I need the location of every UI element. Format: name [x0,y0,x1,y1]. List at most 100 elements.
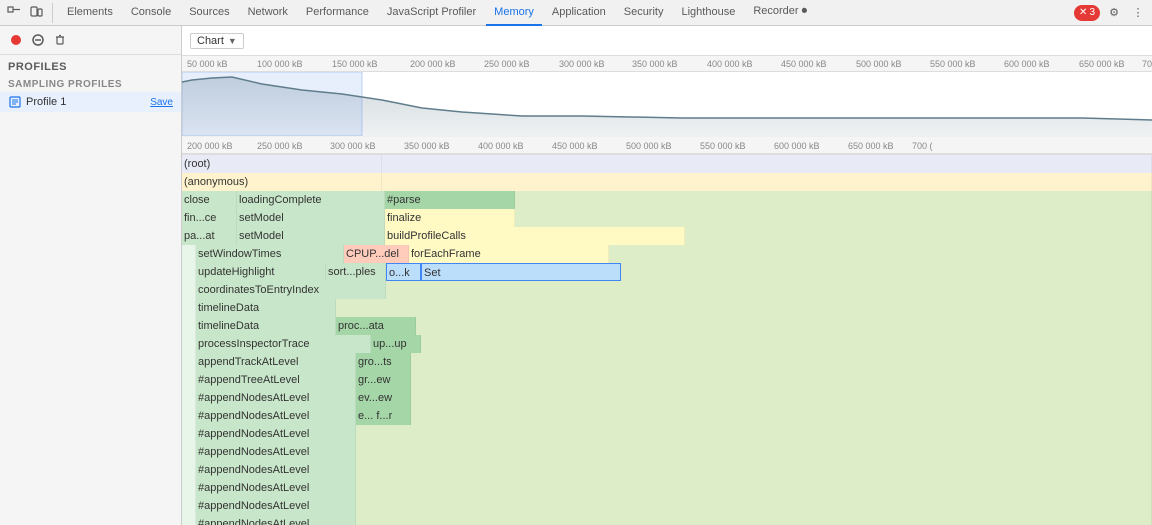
top-bar: Elements Console Sources Network Perform… [0,0,1152,26]
cell-indent [182,389,196,407]
table-row[interactable]: #appendNodesAtLevel [182,497,1152,515]
cell-finalize: finalize [385,209,515,227]
tab-javascript-profiler[interactable]: JavaScript Profiler [379,0,484,26]
table-row[interactable]: (anonymous) [182,173,1152,191]
table-row[interactable]: updateHighlight sort...ples o...k Set [182,263,1152,281]
tab-recorder[interactable]: Recorder ⏺ [745,0,815,26]
table-row[interactable]: timelineData [182,299,1152,317]
scale-bottom: 200 000 kB 250 000 kB 300 000 kB 350 000… [182,136,1152,154]
table-row[interactable]: #appendTreeAtLevel gr...ew [182,371,1152,389]
cell-empty [356,425,1152,443]
table-row[interactable]: (root) [182,155,1152,173]
cell-empty [416,317,1152,335]
table-row[interactable]: coordinatesToEntryIndex [182,281,1152,299]
cell-timeline2: timelineData [196,317,336,335]
cell-append-tree: #appendTreeAtLevel [196,371,356,389]
table-row[interactable]: setWindowTimes CPUP...del forEachFrame [182,245,1152,263]
tab-lighthouse[interactable]: Lighthouse [673,0,743,26]
table-row[interactable]: #appendNodesAtLevel [182,515,1152,525]
tab-network[interactable]: Network [240,0,296,26]
cell-indent [182,299,196,317]
flame-chart-container: 50 000 kB 100 000 kB 150 000 kB 200 000 … [182,56,1152,155]
cell-indent [182,245,196,263]
cell-indent [182,335,196,353]
svg-text:550 000 kB: 550 000 kB [700,141,746,151]
sidebar: Profiles SAMPLING PROFILES Profile 1 Sav… [0,26,182,525]
cell-indent [182,371,196,389]
svg-text:650 000 kB: 650 000 kB [1079,59,1125,69]
cell-grew: gr...ew [356,371,411,389]
cell-grots: gro...ts [356,353,411,371]
table-row[interactable]: pa...at setModel buildProfileCalls [182,227,1152,245]
cell-empty [411,353,1152,371]
cell-setwindow: setWindowTimes [196,245,344,263]
cell-empty [411,407,1152,425]
table-row[interactable]: processInspectorTrace up...up [182,335,1152,353]
svg-text:350 000 kB: 350 000 kB [404,141,450,151]
tab-sources[interactable]: Sources [181,0,237,26]
cell-empty [356,479,1152,497]
cell-empty [356,461,1152,479]
profile-item[interactable]: Profile 1 Save [0,92,181,112]
chart-dropdown[interactable]: Chart ▼ [190,33,244,49]
sampling-header: SAMPLING PROFILES [0,75,181,92]
table-row[interactable]: timelineData proc...ata [182,317,1152,335]
tree-area[interactable]: (root) (anonymous) close loadingComplete… [182,155,1152,525]
svg-text:50 000 kB: 50 000 kB [187,59,228,69]
table-row[interactable]: #appendNodesAtLevel e... f...r [182,407,1152,425]
table-row[interactable]: appendTrackAtLevel gro...ts [182,353,1152,371]
svg-text:400 000 kB: 400 000 kB [478,141,524,151]
table-row[interactable]: #appendNodesAtLevel [182,461,1152,479]
tab-elements[interactable]: Elements [59,0,121,26]
tab-performance[interactable]: Performance [298,0,377,26]
devtools-icons [4,3,53,23]
more-button[interactable]: ⋮ [1128,3,1148,23]
cell-coords: coordinatesToEntryIndex [196,281,386,299]
error-badge[interactable]: ✕ 3 [1074,5,1100,21]
cell-proc: proc...ata [336,317,416,335]
tab-security[interactable]: Security [616,0,672,26]
cell-efr: e... f...r [356,407,411,425]
cell-indent [182,515,196,525]
cell-pa: pa...at [182,227,237,245]
cell-close: close [182,191,237,209]
chart-select-value: Chart [197,35,224,47]
svg-text:350 000 kB: 350 000 kB [632,59,678,69]
cell-evew: ev...ew [356,389,411,407]
table-row[interactable]: fin...ce setModel finalize [182,209,1152,227]
stop-record-button[interactable] [28,30,48,50]
cell-empty [356,515,1152,525]
table-row[interactable]: #appendNodesAtLevel [182,479,1152,497]
cell-empty [382,173,1152,191]
chart-toolbar: Chart ▼ [182,26,1152,56]
tab-application[interactable]: Application [544,0,614,26]
clear-button[interactable] [50,30,70,50]
settings-button[interactable]: ⚙ [1104,3,1124,23]
tab-console[interactable]: Console [123,0,179,26]
cell-set: Set [421,263,621,281]
cell-indent [182,497,196,515]
cell-append-track: appendTrackAtLevel [196,353,356,371]
svg-text:400 000 kB: 400 000 kB [707,59,753,69]
profile-save-link[interactable]: Save [150,97,173,108]
table-row[interactable]: #appendNodesAtLevel [182,443,1152,461]
svg-text:300 000 kB: 300 000 kB [559,59,605,69]
table-row[interactable]: #appendNodesAtLevel ev...ew [182,389,1152,407]
main-layout: Profiles SAMPLING PROFILES Profile 1 Sav… [0,26,1152,525]
cell-indent [182,317,196,335]
cell-empty [621,263,1152,281]
tab-memory[interactable]: Memory [486,0,542,26]
table-row[interactable]: #appendNodesAtLevel [182,425,1152,443]
cell-empty [515,191,1152,209]
record-button[interactable] [6,30,26,50]
profile-icon [8,95,22,109]
svg-text:600 000 kB: 600 000 kB [774,141,820,151]
device-icon[interactable] [26,3,46,23]
cell-root: (root) [182,155,382,173]
svg-text:100 000 kB: 100 000 kB [257,59,303,69]
mini-chart[interactable] [182,72,1152,136]
svg-text:150 000 kB: 150 000 kB [332,59,378,69]
table-row[interactable]: close loadingComplete #parse [182,191,1152,209]
inspect-icon[interactable] [4,3,24,23]
cell-append-nodes4: #appendNodesAtLevel [196,443,356,461]
